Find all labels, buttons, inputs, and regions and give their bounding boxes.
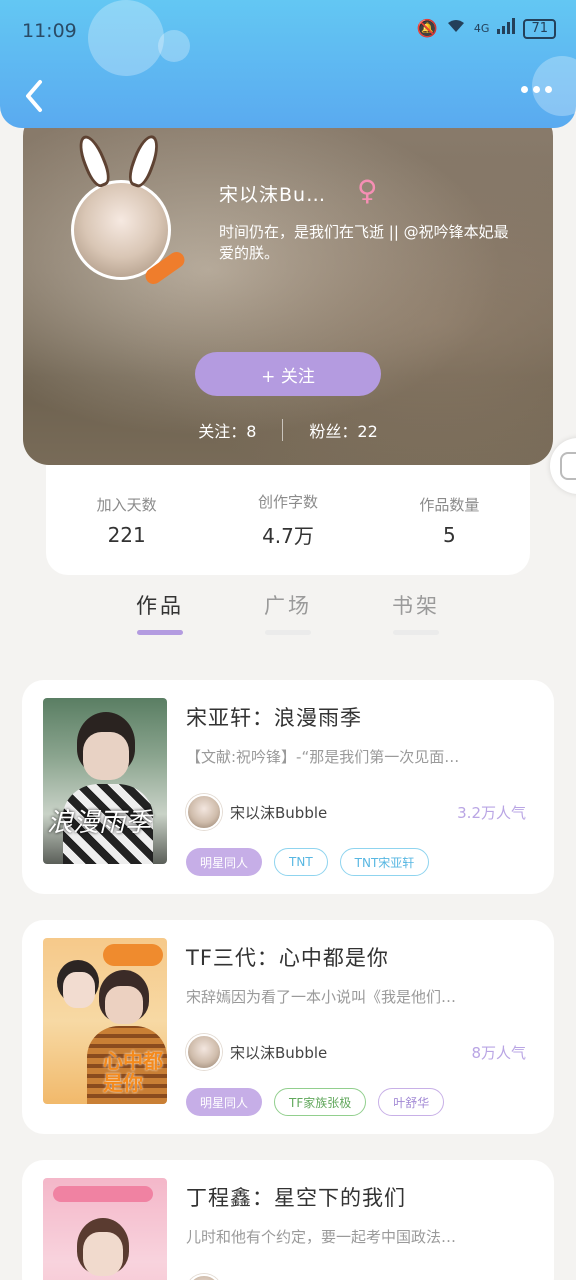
author-row	[186, 1274, 526, 1280]
more-button[interactable]	[521, 86, 552, 93]
stat-value: 221	[107, 522, 146, 547]
work-title: 丁程鑫：星空下的我们	[186, 1186, 406, 1210]
profile-name: 宋以沫Bu…	[219, 184, 327, 206]
tag[interactable]: TF家族张极	[274, 1088, 367, 1116]
tab-indicator	[137, 630, 183, 635]
stat-label: 作品数量	[419, 495, 480, 514]
decor-bubble	[158, 30, 190, 62]
stat-join-days: 加入天数 221	[46, 465, 207, 575]
stat-value: 4.7万	[262, 524, 314, 548]
author-avatar[interactable]	[186, 1274, 222, 1280]
author-row: 宋以沫Bubble 8万人气	[186, 1034, 526, 1070]
work-card[interactable]: 丁程鑫：星空下的我们 儿时和他有个约定，要一起考中国政法…	[22, 1160, 554, 1280]
stat-works-count: 作品数量 5	[369, 465, 530, 575]
work-title: 宋亚轩：浪漫雨季	[186, 706, 362, 730]
status-icons: 🔕 4G 71	[417, 18, 556, 39]
bunny-ear-decoration	[124, 131, 164, 191]
follow-button[interactable]: + 关注	[195, 352, 381, 396]
status-time: 11:09	[22, 20, 77, 42]
female-icon: ♀	[357, 174, 378, 207]
stats-box: 加入天数 221 创作字数 4.7万 作品数量 5	[46, 465, 530, 575]
author-avatar[interactable]	[186, 794, 222, 830]
work-description: 儿时和他有个约定，要一起考中国政法…	[186, 1228, 457, 1246]
work-description: 【文献:祝吟锋】-“那是我们第一次见面…	[186, 748, 460, 766]
book-cover[interactable]	[43, 1178, 167, 1280]
work-card[interactable]: 浪漫雨季 宋亚轩：浪漫雨季 【文献:祝吟锋】-“那是我们第一次见面… 宋以沫Bu…	[22, 680, 554, 894]
battery-icon: 71	[523, 18, 556, 39]
tab-works[interactable]: 作品	[136, 590, 184, 650]
chevron-left-icon	[26, 80, 42, 112]
decor-bubble	[88, 0, 164, 76]
work-card[interactable]: 心中都是你 TF三代：心中都是你 宋辞嫣因为看了一本小说叫《我是他们… 宋以沫B…	[22, 920, 554, 1134]
work-description: 宋辞嫣因为看了一本小说叫《我是他们…	[186, 988, 457, 1006]
wifi-icon	[446, 18, 466, 39]
cover-face	[83, 732, 129, 780]
tab-label: 作品	[136, 594, 184, 618]
tab-bookshelf[interactable]: 书架	[392, 590, 440, 650]
cover-title: 心中都是你	[103, 1049, 163, 1095]
cover-face	[83, 1232, 123, 1276]
cover-banner	[103, 944, 163, 966]
popularity-count: 8万人气	[471, 1043, 526, 1062]
tag[interactable]: TNT宋亚轩	[339, 848, 430, 876]
tag[interactable]: 明星同人	[186, 1088, 263, 1116]
tab-label: 书架	[392, 594, 440, 618]
tab-bar: 作品 广场 书架	[0, 590, 576, 650]
cover-banner	[53, 1186, 153, 1202]
network-label: 4G	[473, 22, 490, 35]
tag-list: 明星同人 TNT TNT宋亚轩	[186, 848, 430, 876]
followers-count[interactable]: 粉丝：22	[309, 418, 377, 442]
cover-title: 浪漫雨季	[47, 808, 152, 838]
book-cover[interactable]: 心中都是你	[43, 938, 167, 1104]
book-cover[interactable]: 浪漫雨季	[43, 698, 167, 864]
cover-face	[105, 986, 143, 1024]
cover-face	[63, 972, 95, 1008]
stat-word-count: 创作字数 4.7万	[207, 465, 368, 575]
floating-side-button[interactable]	[550, 438, 576, 494]
author-name: 宋以沫Bubble	[230, 1043, 328, 1062]
profile-card: 宋以沫Bu… ♀ 时间仍在，是我们在飞逝 || @祝吟锋本妃最爱的朕。 + 关注…	[23, 110, 553, 465]
tab-indicator	[393, 630, 439, 635]
work-title: TF三代：心中都是你	[186, 946, 389, 970]
tag[interactable]: 明星同人	[186, 848, 263, 876]
top-header: 11:09 🔕 4G 71	[0, 0, 576, 128]
author-name: 宋以沫Bubble	[230, 803, 328, 822]
tag[interactable]: TNT	[274, 848, 328, 876]
window-icon	[560, 452, 576, 480]
author-avatar[interactable]	[186, 1034, 222, 1070]
mute-icon: 🔕	[416, 18, 438, 39]
tag-list: 明星同人 TF家族张极 叶舒华	[186, 1088, 445, 1116]
divider	[282, 419, 284, 441]
tab-square[interactable]: 广场	[264, 590, 312, 650]
tab-indicator	[265, 630, 311, 635]
tag[interactable]: 叶舒华	[378, 1088, 445, 1116]
follow-stats: 关注：8 粉丝：22	[23, 418, 553, 442]
stat-value: 5	[442, 522, 456, 547]
stat-label: 创作字数	[257, 493, 318, 511]
following-count[interactable]: 关注：8	[198, 418, 256, 442]
profile-bio: 时间仍在，是我们在飞逝 || @祝吟锋本妃最爱的朕。	[219, 223, 509, 262]
tab-label: 广场	[264, 594, 312, 618]
bunny-ear-decoration	[73, 131, 115, 191]
avatar[interactable]	[71, 131, 188, 288]
popularity-count: 3.2万人气	[457, 803, 526, 822]
stat-label: 加入天数	[96, 495, 157, 514]
signal-icon	[497, 18, 516, 39]
back-button[interactable]	[18, 76, 50, 116]
more-dots-icon	[521, 86, 528, 93]
author-row: 宋以沫Bubble 3.2万人气	[186, 794, 526, 830]
